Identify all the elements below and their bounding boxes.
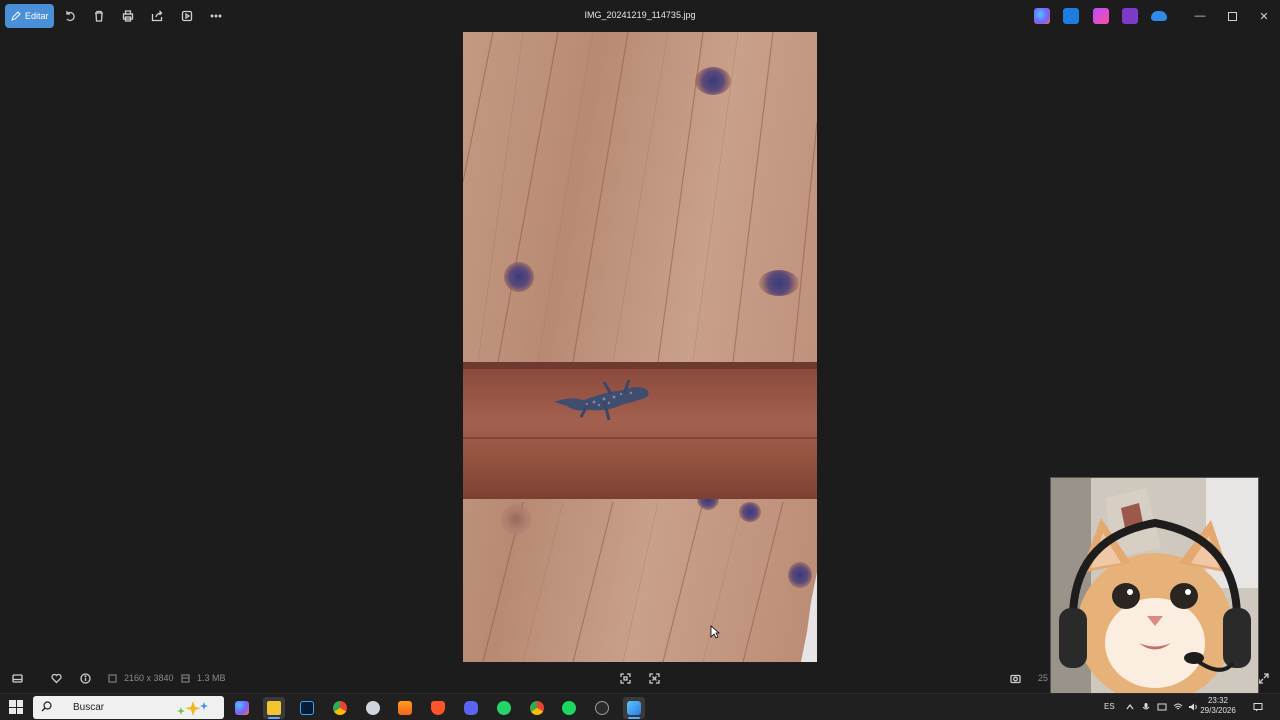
wood-knot bbox=[759, 270, 799, 296]
video-editor-icon[interactable] bbox=[1122, 8, 1138, 24]
photos-icon bbox=[627, 701, 641, 715]
clipchamp-icon[interactable] bbox=[1093, 8, 1109, 24]
info-icon[interactable] bbox=[78, 671, 92, 685]
actual-size-icon[interactable] bbox=[647, 671, 661, 685]
search-placeholder: Buscar bbox=[73, 702, 105, 713]
wood-knot bbox=[504, 262, 534, 292]
onedrive-icon[interactable] bbox=[1151, 11, 1167, 21]
chrome-app[interactable] bbox=[329, 697, 351, 719]
taskbar: Buscar ES 23:32 29/3/2026 bbox=[0, 693, 1280, 720]
photo-image bbox=[463, 32, 817, 662]
discord-app[interactable] bbox=[460, 697, 482, 719]
search-icon bbox=[41, 701, 52, 712]
designer-icon[interactable] bbox=[1063, 8, 1079, 24]
file-name: IMG_20241219_114735.jpg bbox=[584, 10, 696, 20]
folder-icon bbox=[267, 701, 281, 715]
file-size-icon bbox=[178, 671, 192, 685]
favorite-icon[interactable] bbox=[49, 671, 63, 685]
whatsapp-app[interactable] bbox=[493, 697, 515, 719]
copilot-icon bbox=[235, 701, 249, 715]
chevron-up-icon[interactable] bbox=[1125, 702, 1135, 712]
wood-knot bbox=[501, 504, 531, 534]
notification-icon[interactable] bbox=[1253, 702, 1263, 712]
discord-icon bbox=[464, 701, 478, 715]
title-bar: Editar IMG_20241219_114735.jpg — ✕ bbox=[0, 0, 1280, 32]
spotify-app[interactable] bbox=[558, 697, 580, 719]
brave-icon bbox=[431, 701, 445, 715]
wifi-icon[interactable] bbox=[1173, 702, 1183, 712]
wood-knot bbox=[739, 502, 761, 522]
taskbar-search[interactable]: Buscar bbox=[33, 696, 224, 719]
taskbar-app-5[interactable] bbox=[362, 697, 384, 719]
app-icon bbox=[595, 701, 609, 715]
microphone-icon[interactable] bbox=[1141, 702, 1151, 712]
mouse-cursor bbox=[710, 625, 720, 639]
zoom-level: 25 bbox=[1038, 673, 1049, 683]
file-explorer-app[interactable] bbox=[263, 697, 285, 719]
taskbar-app-12[interactable] bbox=[591, 697, 613, 719]
fl-studio-app[interactable] bbox=[394, 697, 416, 719]
fl-studio-icon bbox=[398, 701, 412, 715]
screenshot-icon[interactable] bbox=[1008, 671, 1022, 685]
wood-knot bbox=[695, 67, 731, 95]
wood-grain bbox=[463, 32, 817, 662]
close-button[interactable]: ✕ bbox=[1256, 8, 1272, 24]
maximize-button[interactable] bbox=[1224, 8, 1240, 24]
photos-app[interactable] bbox=[623, 697, 645, 719]
spotify-icon bbox=[562, 701, 576, 715]
language-indicator[interactable]: ES bbox=[1104, 702, 1115, 711]
clock-time: 23:32 bbox=[1207, 696, 1229, 705]
sparkle-icon bbox=[177, 701, 208, 716]
webcam-overlay bbox=[1050, 477, 1259, 694]
app-icon bbox=[366, 701, 380, 715]
fit-to-window-icon[interactable] bbox=[618, 671, 632, 685]
clock-date: 29/3/2026 bbox=[1200, 706, 1236, 715]
start-button[interactable] bbox=[9, 700, 23, 714]
copilot-icon[interactable] bbox=[1034, 8, 1050, 24]
filmstrip-icon[interactable] bbox=[10, 671, 24, 685]
chrome-icon bbox=[333, 701, 347, 715]
whatsapp-icon bbox=[497, 701, 511, 715]
chrome-icon bbox=[530, 701, 544, 715]
copilot-app[interactable] bbox=[231, 697, 253, 719]
cat-with-headset-image bbox=[1051, 478, 1258, 693]
display-icon[interactable] bbox=[1157, 702, 1167, 712]
brave-app[interactable] bbox=[427, 697, 449, 719]
dimensions-icon bbox=[105, 671, 119, 685]
photoshop-icon bbox=[300, 701, 314, 715]
photoshop-app[interactable] bbox=[296, 697, 318, 719]
minimize-button[interactable]: — bbox=[1192, 8, 1208, 24]
image-dimensions: 2160 x 3840 bbox=[124, 673, 174, 683]
photo-edge-highlight bbox=[801, 572, 817, 662]
chrome-profile-app[interactable] bbox=[526, 697, 548, 719]
file-size: 1.3 MB bbox=[197, 673, 226, 683]
system-clock[interactable]: 23:32 29/3/2026 bbox=[1196, 696, 1240, 716]
gecko-image bbox=[554, 379, 649, 421]
